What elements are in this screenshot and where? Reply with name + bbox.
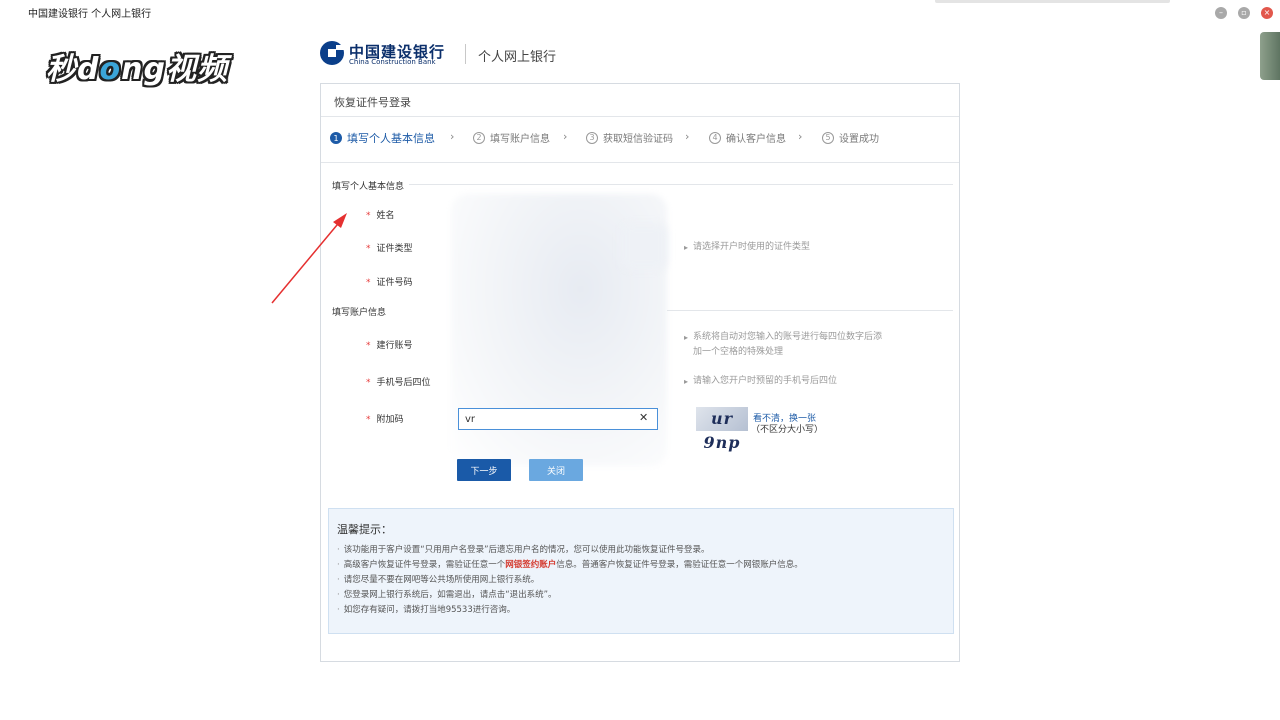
- header-subtitle: 个人网上银行: [478, 50, 557, 65]
- restore-icon[interactable]: ▫: [1238, 7, 1250, 19]
- tip-item: 该功能用于客户设置“只用用户名登录”后遗忘用户名的情况，您可以使用此功能恢复证件…: [337, 543, 803, 558]
- step-indicator: 1 填写个人基本信息 › 2 填写账户信息 › 3 获取短信验证码 › 4 确认客户信息…: [330, 130, 950, 148]
- recover-login-panel: 恢复证件号登录 1 填写个人基本信息 › 2 填写账户信息 › 3 获取短信验证码 ›…: [320, 83, 960, 662]
- step-5: 5 设置成功: [822, 130, 879, 145]
- next-button[interactable]: 下一步: [457, 459, 511, 481]
- section-title-personal: 填写个人基本信息: [332, 182, 405, 192]
- divider: [409, 184, 953, 185]
- captcha-input[interactable]: [458, 408, 658, 430]
- step-2: 2 填写账户信息: [473, 130, 550, 145]
- section-title-account: 填写账户信息: [332, 308, 387, 318]
- tips-list: 该功能用于客户设置“只用用户名登录”后遗忘用户名的情况，您可以使用此功能恢复证件…: [337, 543, 803, 618]
- window-title: 中国建设银行 个人网上银行: [28, 9, 152, 20]
- step-arrow-icon: ›: [798, 130, 803, 143]
- app-window: 中国建设银行 个人网上银行 – ▫ × 秒dong视频 中国建设银行 China…: [0, 0, 1280, 720]
- label-name: * 姓名: [366, 211, 395, 221]
- captcha-image[interactable]: ur 9np: [696, 407, 748, 452]
- minimize-icon[interactable]: –: [1215, 7, 1227, 19]
- label-account-number: * 建行账号: [366, 341, 413, 351]
- tip-highlight: 网银签约账户: [505, 560, 557, 570]
- panel-title: 恢复证件号登录: [334, 96, 411, 109]
- masked-select[interactable]: [621, 224, 667, 269]
- tip-item: 请您尽量不要在网吧等公共场所使用网上银行系统。: [337, 573, 803, 588]
- hint-phone-last4: 请输入您开户时预留的手机号后四位: [684, 374, 837, 389]
- title-bar: 中国建设银行 个人网上银行 – ▫ ×: [0, 0, 1280, 24]
- video-watermark: 秒dong视频: [46, 52, 228, 87]
- address-bar[interactable]: [935, 0, 1170, 3]
- step-4: 4 确认客户信息: [709, 130, 786, 145]
- divider: [667, 310, 953, 311]
- step-arrow-icon: ›: [450, 130, 455, 143]
- close-button[interactable]: 关闭: [529, 459, 583, 481]
- label-phone-last4: * 手机号后四位: [366, 378, 431, 388]
- hint-account-number: 系统将自动对您输入的账号进行每四位数字后添加一个空格的特殊处理: [684, 330, 882, 360]
- tips-box: 温馨提示： 该功能用于客户设置“只用用户名登录”后遗忘用户名的情况，您可以使用此…: [328, 508, 954, 634]
- clear-icon[interactable]: ✕: [639, 411, 648, 424]
- close-icon[interactable]: ×: [1261, 7, 1273, 19]
- divider: [321, 162, 959, 163]
- label-id-number: * 证件号码: [366, 278, 413, 288]
- side-panel-handle[interactable]: [1260, 32, 1280, 80]
- captcha-case-note: （不区分大小写）: [751, 425, 824, 435]
- divider: [321, 116, 959, 117]
- tip-item: 高级客户恢复证件号登录，需验证任意一个网银签约账户信息。普通客户恢复证件号登录，…: [337, 558, 803, 573]
- header-divider: [465, 44, 466, 64]
- hint-id-type: 请选择开户时使用的证件类型: [684, 240, 810, 255]
- tip-item: 您登录网上银行系统后，如需退出，请点击“退出系统”。: [337, 588, 803, 603]
- step-arrow-icon: ›: [685, 130, 690, 143]
- bank-name-en: China Construction Bank: [349, 58, 436, 66]
- label-captcha: * 附加码: [366, 415, 404, 425]
- label-id-type: * 证件类型: [366, 244, 413, 254]
- ccb-logo-icon: [320, 41, 345, 65]
- step-3: 3 获取短信验证码: [586, 130, 673, 145]
- tip-item: 如您存有疑问，请拨打当地95533进行咨询。: [337, 603, 803, 618]
- step-arrow-icon: ›: [563, 130, 568, 143]
- tips-title: 温馨提示：: [337, 523, 392, 536]
- step-1: 1 填写个人基本信息: [330, 130, 435, 146]
